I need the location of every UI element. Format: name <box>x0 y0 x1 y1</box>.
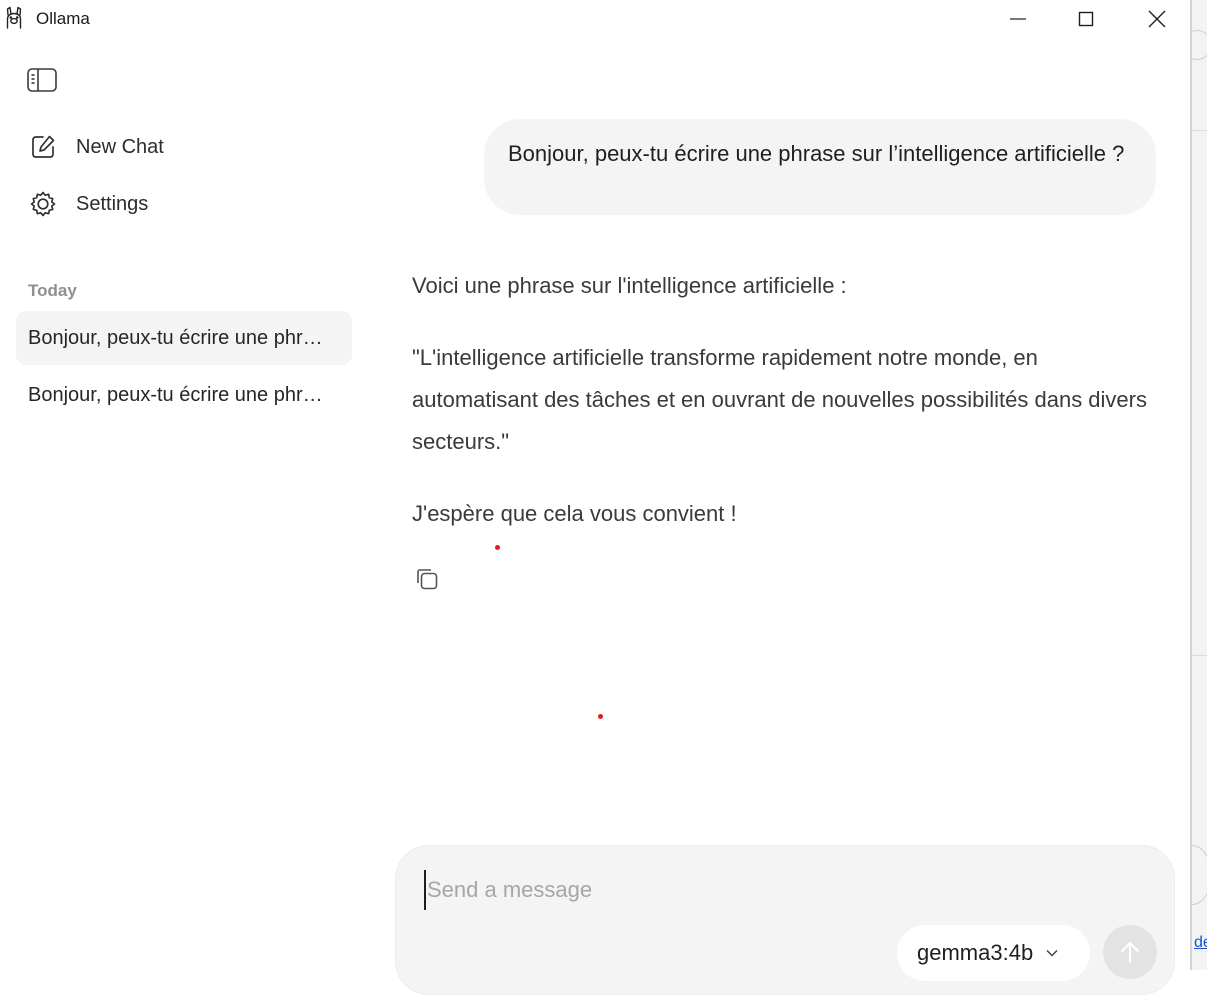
minimize-button[interactable] <box>995 0 1041 38</box>
new-chat-button[interactable]: New Chat <box>28 129 164 165</box>
title-bar: Ollama <box>0 0 1191 38</box>
maximize-button[interactable] <box>1063 0 1109 38</box>
background-link-fragment[interactable]: de <box>1194 934 1207 952</box>
close-button[interactable] <box>1134 0 1180 38</box>
history-item-label: Bonjour, peux-tu écrire une phr… <box>28 326 323 349</box>
sidebar-toggle-button[interactable] <box>26 66 58 94</box>
maximize-icon <box>1078 11 1094 27</box>
background-window: de <box>1191 0 1207 970</box>
history-item[interactable]: Bonjour, peux-tu écrire une phr… <box>16 368 352 422</box>
history-item-label: Bonjour, peux-tu écrire une phr… <box>28 383 323 406</box>
app-window: Ollama New Chat Settings Today Bonjour, … <box>0 0 1191 995</box>
sidebar-toggle-icon <box>27 68 57 92</box>
history-section-label: Today <box>28 281 77 300</box>
new-chat-icon <box>28 132 58 162</box>
background-circle <box>1192 845 1207 905</box>
model-select[interactable]: gemma3:4b <box>897 925 1090 981</box>
history-item-active[interactable]: Bonjour, peux-tu écrire une phr… <box>16 311 352 365</box>
assistant-paragraph: Voici une phrase sur l'intelligence arti… <box>412 273 847 298</box>
assistant-paragraph: J'espère que cela vous convient ! <box>412 501 737 526</box>
close-icon <box>1148 10 1166 28</box>
window-title: Ollama <box>36 9 90 28</box>
arrow-up-icon <box>1121 942 1139 963</box>
chevron-down-icon <box>1045 948 1059 958</box>
send-button[interactable] <box>1103 925 1157 979</box>
settings-label: Settings <box>76 192 149 215</box>
gear-icon <box>28 189 58 219</box>
settings-button[interactable]: Settings <box>28 186 148 222</box>
background-circle <box>1192 30 1207 60</box>
assistant-paragraph: "L'intelligence artificielle transforme … <box>412 345 1147 454</box>
ollama-logo-icon <box>4 6 24 30</box>
cursor-marker <box>598 714 603 719</box>
model-select-label: gemma3:4b <box>917 940 1034 965</box>
message-input[interactable] <box>424 870 1124 910</box>
copy-icon <box>417 569 438 590</box>
minimize-icon <box>1010 18 1026 20</box>
background-divider <box>1192 655 1207 656</box>
message-composer: gemma3:4b <box>395 845 1175 995</box>
copy-button[interactable] <box>413 565 441 593</box>
new-chat-label: New Chat <box>76 135 164 158</box>
background-divider <box>1192 130 1207 131</box>
user-message-bubble: Bonjour, peux-tu écrire une phrase sur l… <box>484 119 1156 215</box>
cursor-marker <box>495 545 500 550</box>
